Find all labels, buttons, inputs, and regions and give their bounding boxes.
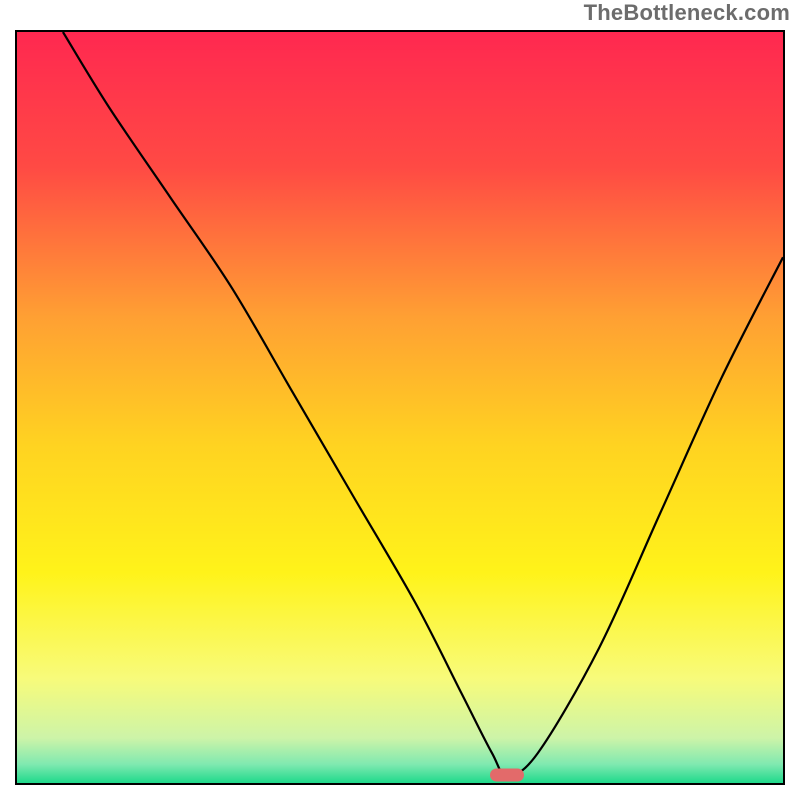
- gradient-background: [17, 32, 783, 783]
- plot-svg: [17, 32, 783, 783]
- watermark-text: TheBottleneck.com: [584, 0, 790, 26]
- chart-container: TheBottleneck.com: [0, 0, 800, 800]
- optimal-marker: [490, 768, 524, 781]
- plot-frame: [15, 30, 785, 785]
